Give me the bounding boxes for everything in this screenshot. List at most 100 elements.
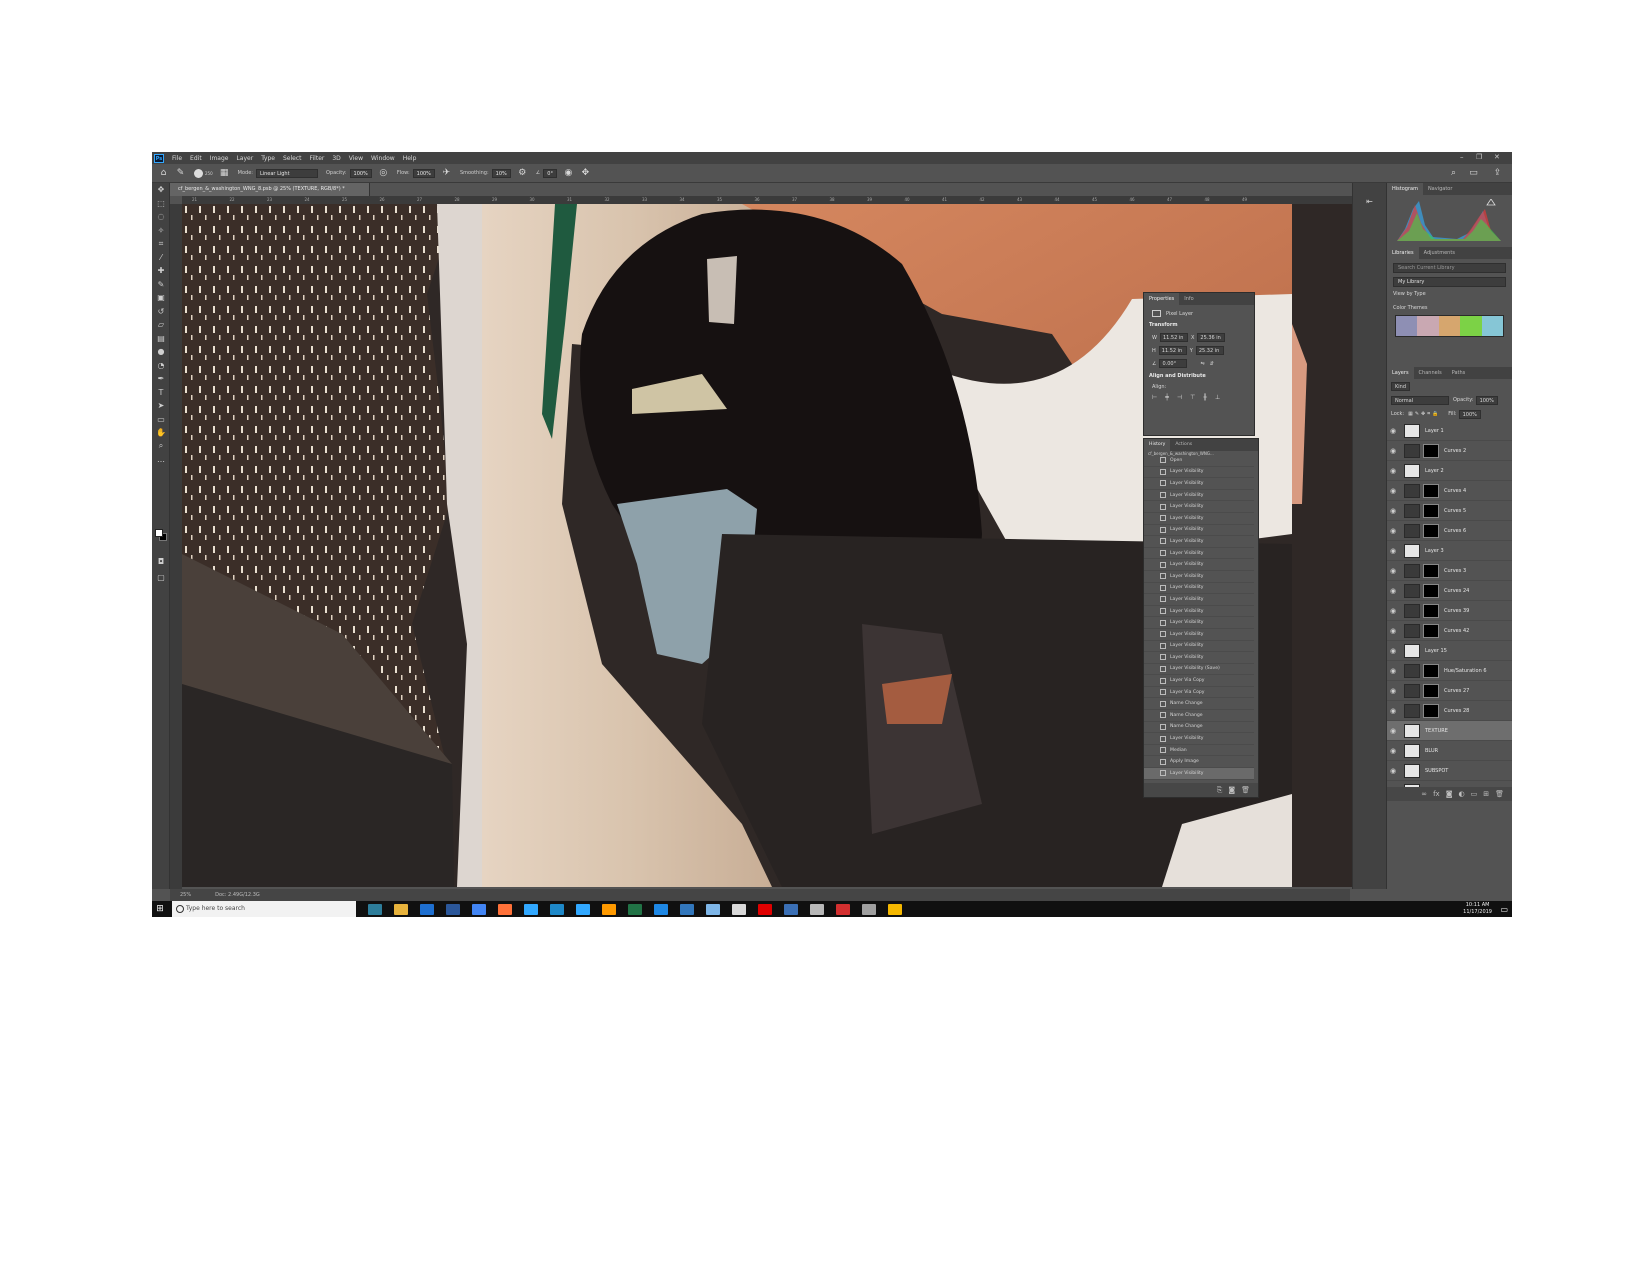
history-item[interactable]: Layer Visibility bbox=[1144, 641, 1254, 653]
new-document-icon[interactable]: ⎘ bbox=[1217, 786, 1223, 795]
zoom-tool-icon[interactable]: ⌕ bbox=[152, 440, 170, 454]
add-mask-icon[interactable]: ◙ bbox=[1446, 790, 1453, 798]
taskbar-app-icon[interactable] bbox=[810, 903, 824, 915]
history-item[interactable]: Layer Visibility bbox=[1144, 490, 1254, 502]
brush-size-picker[interactable]: 250 bbox=[194, 168, 213, 178]
align-bottom-icon[interactable]: ⊥ bbox=[1215, 394, 1220, 401]
x-field[interactable]: 25.36 in bbox=[1197, 333, 1226, 342]
color-theme-swatch[interactable] bbox=[1460, 316, 1482, 336]
pressure-opacity-icon[interactable]: ◎ bbox=[378, 168, 389, 179]
minimize-icon[interactable]: – bbox=[1460, 153, 1464, 161]
flip-vertical-icon[interactable]: ⇵ bbox=[1210, 361, 1214, 367]
layer-mask-thumbnail[interactable] bbox=[1423, 683, 1439, 698]
menu-help[interactable]: Help bbox=[399, 155, 421, 162]
taskbar-app-icon[interactable] bbox=[836, 903, 850, 915]
taskbar-app-icon[interactable] bbox=[680, 903, 694, 915]
visibility-eye-icon[interactable]: ◉ bbox=[1390, 427, 1398, 435]
menu-edit[interactable]: Edit bbox=[186, 155, 206, 162]
menu-select[interactable]: Select bbox=[279, 155, 306, 162]
visibility-eye-icon[interactable]: ◉ bbox=[1390, 527, 1398, 535]
menu-window[interactable]: Window bbox=[367, 155, 399, 162]
history-item[interactable]: Layer Visibility bbox=[1144, 617, 1254, 629]
tab-histogram[interactable]: Histogram bbox=[1387, 183, 1423, 195]
visibility-eye-icon[interactable]: ◉ bbox=[1390, 687, 1398, 695]
layer-row[interactable]: ◉ Layer 1 bbox=[1387, 421, 1512, 441]
layer-mask-thumbnail[interactable] bbox=[1423, 503, 1439, 518]
history-item[interactable]: Layer Via Copy bbox=[1144, 687, 1254, 699]
lasso-tool-icon[interactable]: ◌ bbox=[152, 210, 170, 224]
screen-mode-icon[interactable]: ▢ bbox=[152, 571, 170, 585]
transform-section[interactable]: Transform bbox=[1144, 319, 1254, 331]
layer-mask-thumbnail[interactable] bbox=[1423, 563, 1439, 578]
menu-3d[interactable]: 3D bbox=[328, 155, 344, 162]
layer-row[interactable]: ◉ Curves 39 bbox=[1387, 601, 1512, 621]
layer-row[interactable]: ◉ Curves 5 bbox=[1387, 501, 1512, 521]
taskbar-app-icon[interactable] bbox=[862, 903, 876, 915]
taskbar-app-icon[interactable] bbox=[394, 903, 408, 915]
layer-row[interactable]: ◉ Layer 3 bbox=[1387, 541, 1512, 561]
visibility-eye-icon[interactable]: ◉ bbox=[1390, 547, 1398, 555]
visibility-eye-icon[interactable]: ◉ bbox=[1390, 767, 1398, 775]
history-item[interactable]: Layer Visibility bbox=[1144, 652, 1254, 664]
history-item[interactable]: Layer Visibility (Save) bbox=[1144, 664, 1254, 676]
visibility-eye-icon[interactable]: ◉ bbox=[1390, 487, 1398, 495]
tab-actions[interactable]: Actions bbox=[1170, 439, 1197, 451]
layer-mask-thumbnail[interactable] bbox=[1423, 483, 1439, 498]
fx-icon[interactable]: fx bbox=[1433, 790, 1440, 798]
tab-properties[interactable]: Properties bbox=[1144, 293, 1180, 305]
zoom-level[interactable]: 25% bbox=[180, 892, 191, 898]
history-item[interactable]: Open bbox=[1144, 455, 1254, 467]
menu-filter[interactable]: Filter bbox=[306, 155, 329, 162]
taskbar-app-icon[interactable] bbox=[758, 903, 772, 915]
blur-tool-icon[interactable]: ● bbox=[152, 345, 170, 359]
taskbar-app-icon[interactable] bbox=[576, 903, 590, 915]
history-item[interactable]: Layer Visibility bbox=[1144, 536, 1254, 548]
history-item[interactable]: Layer Visibility bbox=[1144, 571, 1254, 583]
more-tools-icon[interactable]: … bbox=[152, 453, 170, 467]
windows-start-icon[interactable]: ⊞ bbox=[152, 904, 168, 914]
history-item[interactable]: Layer Visibility bbox=[1144, 733, 1254, 745]
collapse-panels-icon[interactable]: ⇤ bbox=[1353, 197, 1386, 206]
trash-icon[interactable]: 🗑 bbox=[1241, 786, 1250, 794]
restore-icon[interactable]: ❐ bbox=[1476, 153, 1482, 161]
document-tab[interactable]: cf_bergen_&_washington_WNG_8.psb @ 25% (… bbox=[170, 183, 370, 196]
layer-row[interactable]: ◉ Curves 28 bbox=[1387, 701, 1512, 721]
layer-row[interactable]: ◉ Curves 42 bbox=[1387, 621, 1512, 641]
layer-mask-thumbnail[interactable] bbox=[1423, 583, 1439, 598]
tab-libraries[interactable]: Libraries bbox=[1387, 247, 1419, 259]
history-item[interactable]: Name Change bbox=[1144, 722, 1254, 734]
move-tool-icon[interactable]: ✥ bbox=[152, 183, 170, 197]
taskbar-app-icon[interactable] bbox=[446, 903, 460, 915]
flow-field[interactable]: 100% bbox=[412, 168, 435, 178]
layers-opacity-field[interactable]: 100% bbox=[1475, 395, 1498, 405]
menu-view[interactable]: View bbox=[345, 155, 367, 162]
color-theme-swatch[interactable] bbox=[1481, 316, 1504, 336]
visibility-eye-icon[interactable]: ◉ bbox=[1390, 607, 1398, 615]
document-info[interactable]: Doc: 2.49G/12.3G bbox=[215, 892, 260, 898]
history-item[interactable]: Layer Visibility bbox=[1144, 467, 1254, 479]
history-item[interactable]: Layer Visibility bbox=[1144, 768, 1254, 780]
align-right-icon[interactable]: ⊣ bbox=[1177, 394, 1182, 401]
angle-field[interactable]: 0° bbox=[543, 168, 557, 178]
visibility-eye-icon[interactable]: ◉ bbox=[1390, 727, 1398, 735]
smoothing-gear-icon[interactable]: ⚙ bbox=[517, 168, 528, 179]
layer-mask-thumbnail[interactable] bbox=[1423, 623, 1439, 638]
align-middle-icon[interactable]: ╫ bbox=[1203, 394, 1207, 401]
y-field[interactable]: 25.32 in bbox=[1195, 346, 1224, 355]
layer-mask-thumbnail[interactable] bbox=[1423, 663, 1439, 678]
color-theme-swatch[interactable] bbox=[1417, 316, 1439, 336]
notifications-icon[interactable]: ▭ bbox=[1500, 905, 1508, 914]
eraser-tool-icon[interactable]: ▱ bbox=[152, 318, 170, 332]
align-left-icon[interactable]: ⊢ bbox=[1152, 394, 1157, 401]
layer-row[interactable]: ◉ Curves 6 bbox=[1387, 521, 1512, 541]
tab-channels[interactable]: Channels bbox=[1414, 367, 1447, 379]
layer-row[interactable]: ◉ Curves 2 bbox=[1387, 441, 1512, 461]
stamp-tool-icon[interactable]: ▣ bbox=[152, 291, 170, 305]
history-item[interactable]: Layer Visibility bbox=[1144, 548, 1254, 560]
visibility-eye-icon[interactable]: ◉ bbox=[1390, 667, 1398, 675]
visibility-eye-icon[interactable]: ◉ bbox=[1390, 587, 1398, 595]
group-icon[interactable]: ▭ bbox=[1471, 790, 1478, 798]
layer-row[interactable]: ◉ Hue/Saturation 6 bbox=[1387, 661, 1512, 681]
library-select[interactable]: My Library bbox=[1393, 277, 1506, 287]
visibility-eye-icon[interactable]: ◉ bbox=[1390, 647, 1398, 655]
